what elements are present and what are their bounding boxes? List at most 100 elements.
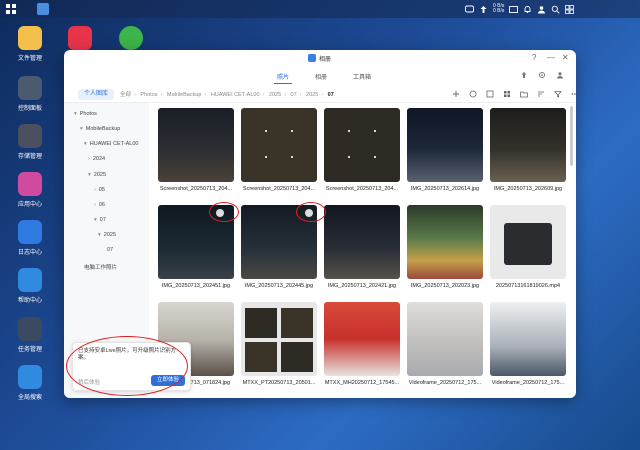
chat-icon[interactable] <box>465 5 474 14</box>
top-taskbar: 0 B/s 0 B/s <box>0 0 640 18</box>
photo-thumbnail[interactable] <box>158 108 234 182</box>
breadcrumb-item[interactable]: Photos <box>140 92 157 98</box>
notification-icon[interactable] <box>523 5 532 14</box>
desktop-icon-label: 帮助中心 <box>17 298 42 304</box>
photo-filename: IMG_20250713_202421.jpg <box>327 283 397 289</box>
desktop-icon-label: 全局搜索 <box>17 395 42 401</box>
desktop-icon-task-manager[interactable]: 任务管理 <box>5 317 55 353</box>
photo-filename: IMG_20250713_202445.jpg <box>244 283 314 289</box>
user-icon[interactable] <box>537 5 546 14</box>
tree-item[interactable]: ▾ 2025 <box>98 232 116 238</box>
photo-tile[interactable]: Videoframe_20250712_175... <box>490 302 566 386</box>
minimize-icon[interactable]: — <box>547 53 555 62</box>
tree-item[interactable]: ▾ Photos <box>74 111 97 117</box>
photo-filename: MTXX_PT20250713_20501... <box>242 380 316 386</box>
tree-item[interactable]: 电脑工作照片 <box>84 263 117 271</box>
photo-tile[interactable]: Screenshot_20250713_204... <box>241 108 317 192</box>
music-icon <box>68 26 92 50</box>
photo-thumbnail[interactable] <box>241 108 317 182</box>
photo-thumbnail[interactable] <box>324 302 400 376</box>
tree-item[interactable]: ▾ MobileBackup <box>80 126 120 132</box>
photo-thumbnail[interactable] <box>241 302 317 376</box>
filter-icon[interactable] <box>554 90 562 98</box>
photo-thumbnail[interactable] <box>407 108 483 182</box>
face-icon[interactable] <box>469 90 477 98</box>
add-icon[interactable] <box>452 90 460 98</box>
breadcrumb-item[interactable]: 2025 <box>306 92 318 98</box>
widgets-icon[interactable] <box>565 4 575 14</box>
desktop-icon-log-center[interactable]: 日志中心 <box>5 220 55 256</box>
message-icon[interactable] <box>509 5 519 14</box>
personal-library-button[interactable]: 个人图库 <box>78 89 114 100</box>
breadcrumb-item[interactable]: 2025 <box>269 92 281 98</box>
sort-icon[interactable] <box>537 90 545 98</box>
photo-filename: IMG_20250713_202451.jpg <box>161 283 231 289</box>
search-icon[interactable] <box>551 5 561 14</box>
view-icon[interactable] <box>503 90 511 98</box>
breadcrumb-item[interactable]: MobileBackup <box>167 92 202 98</box>
photo-filename: Videoframe_20250712_175... <box>491 380 565 386</box>
user-icon[interactable] <box>556 71 564 79</box>
photo-tile[interactable]: Screenshot_20250713_204... <box>158 108 234 192</box>
photo-tile[interactable]: Screenshot_20250713_204... <box>324 108 400 192</box>
help-icon[interactable]: ? <box>532 53 536 62</box>
desktop-icon-app-center[interactable]: 应用中心 <box>5 172 55 208</box>
desktop-icon-control-panel[interactable]: 控制面板 <box>5 76 55 112</box>
desktop-icon-sync[interactable] <box>106 26 156 53</box>
window-title: 相册 <box>319 57 332 63</box>
photo-tile[interactable]: IMG_20250713_202609.jpg <box>490 108 566 192</box>
photo-thumbnail[interactable] <box>407 302 483 376</box>
photo-tile[interactable]: IMG_20250713_202023.jpg <box>407 205 483 289</box>
breadcrumb-item[interactable]: 07 <box>291 92 297 98</box>
system-tray: 0 B/s 0 B/s <box>465 3 575 15</box>
photo-tile[interactable]: IMG_20250713_202614.jpg <box>407 108 483 192</box>
more-icon[interactable] <box>571 90 576 98</box>
task-icon <box>18 317 42 341</box>
breadcrumb-item[interactable]: 全部 <box>120 92 131 98</box>
photo-thumbnail[interactable] <box>490 205 566 279</box>
tree-item[interactable]: ▾ HUAWEI CET-AL00 <box>84 141 138 147</box>
desktop-icon-label: 控制面板 <box>17 106 42 112</box>
breadcrumb-item[interactable]: HUAWEI CET-AL00 <box>211 92 260 98</box>
folder-icon <box>18 26 42 50</box>
app-grid-icon[interactable] <box>6 4 16 14</box>
help-icon <box>18 268 42 292</box>
photo-thumbnail[interactable] <box>490 108 566 182</box>
grid-scrollbar[interactable] <box>570 106 573 166</box>
tab-toolbox[interactable]: 工具箱 <box>350 70 374 84</box>
tree-item[interactable]: › 06 <box>94 202 105 208</box>
photo-thumbnail[interactable] <box>407 205 483 279</box>
desktop-icon-music[interactable] <box>55 26 105 53</box>
desktop-icon-file-manager[interactable]: 文件管理 <box>5 26 55 62</box>
folder-icon[interactable] <box>520 90 528 98</box>
upload-icon[interactable] <box>520 71 528 79</box>
photos-taskbar-icon[interactable] <box>37 3 49 15</box>
desktop-icon-label: 文件管理 <box>17 56 42 62</box>
tree-item[interactable]: › 05 <box>94 187 105 193</box>
settings-icon[interactable] <box>538 71 546 79</box>
desktop-icon-label: 存储管理 <box>17 154 42 160</box>
photo-tile[interactable]: Videoframe_20250712_175... <box>407 302 483 386</box>
tab-photos[interactable]: 照片 <box>274 70 293 84</box>
photo-tile[interactable]: IMG_20250713_202421.jpg <box>324 205 400 289</box>
tree-item-selected[interactable]: 07 <box>104 247 113 253</box>
select-icon[interactable] <box>486 90 494 98</box>
collage-cell <box>281 342 313 372</box>
photo-tile[interactable]: MTXX_PT20250713_20501... <box>241 302 317 386</box>
tree-item[interactable]: ▾ 2025 <box>88 172 106 178</box>
tab-albums[interactable]: 相册 <box>312 70 330 84</box>
upload-icon[interactable] <box>479 5 488 14</box>
desktop-icon-help-center[interactable]: 帮助中心 <box>5 268 55 304</box>
photo-tile[interactable]: MTXX_MH20250712_17545... <box>324 302 400 386</box>
tree-item[interactable]: › 2024 <box>88 156 105 162</box>
photo-thumbnail[interactable] <box>490 302 566 376</box>
close-icon[interactable]: ✕ <box>562 53 569 62</box>
collage-cell <box>281 308 313 338</box>
photo-thumbnail[interactable] <box>324 108 400 182</box>
desktop-icon-global-search[interactable]: 全局搜索 <box>5 365 55 401</box>
photo-thumbnail[interactable] <box>324 205 400 279</box>
tree-item[interactable]: ▾ 07 <box>94 217 106 223</box>
desktop-icon-storage[interactable]: 存储管理 <box>5 124 55 160</box>
photo-tile[interactable]: 20250713161819026.mp4 <box>490 205 566 289</box>
toolbar-icons <box>452 90 576 98</box>
